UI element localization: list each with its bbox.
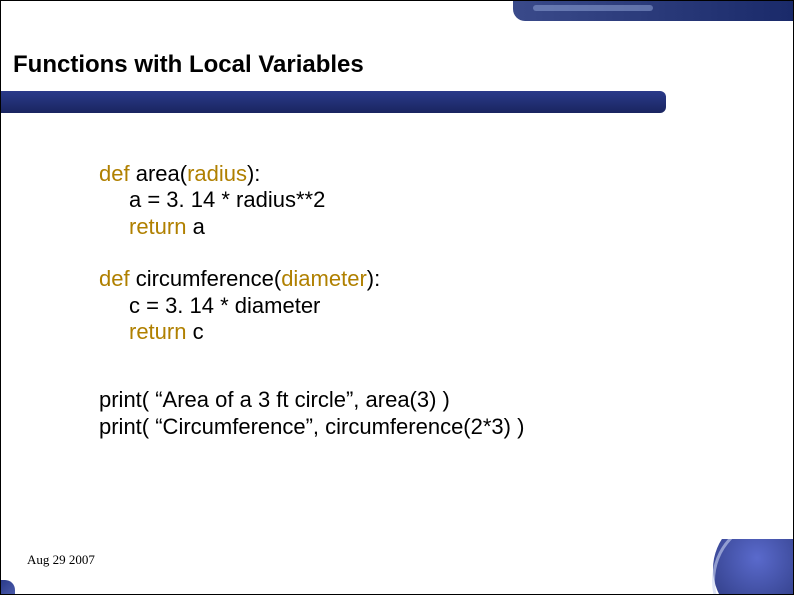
parameter: diameter bbox=[281, 266, 367, 291]
keyword-def: def bbox=[99, 266, 136, 291]
title-divider bbox=[1, 91, 666, 113]
paren-close: ): bbox=[247, 161, 260, 186]
parameter: radius bbox=[187, 161, 247, 186]
code-line: return a bbox=[99, 214, 524, 240]
corner-decoration-br bbox=[703, 539, 793, 594]
function-name: circumference( bbox=[136, 266, 281, 291]
code-line: def area(radius): bbox=[99, 161, 524, 187]
keyword-return: return bbox=[129, 319, 193, 344]
slide: Functions with Local Variables def area(… bbox=[0, 0, 794, 595]
keyword-return: return bbox=[129, 214, 193, 239]
code-line: def circumference(diameter): bbox=[99, 266, 524, 292]
code-block-circumference: def circumference(diameter): c = 3. 14 *… bbox=[99, 266, 524, 345]
code-block-prints: print( “Area of a 3 ft circle”, area(3) … bbox=[99, 387, 524, 440]
keyword-def: def bbox=[99, 161, 136, 186]
return-var: a bbox=[193, 214, 205, 239]
code-line: print( “Area of a 3 ft circle”, area(3) … bbox=[99, 387, 524, 413]
corner-decoration-bl bbox=[1, 580, 15, 594]
paren-close: ): bbox=[367, 266, 380, 291]
top-decoration bbox=[513, 1, 793, 21]
slide-title: Functions with Local Variables bbox=[13, 51, 364, 79]
code-line: print( “Circumference”, circumference(2*… bbox=[99, 414, 524, 440]
code-line: return c bbox=[99, 319, 524, 345]
footer-date: Aug 29 2007 bbox=[27, 552, 95, 568]
slide-content: def area(radius): a = 3. 14 * radius**2 … bbox=[99, 161, 524, 466]
code-line: c = 3. 14 * diameter bbox=[99, 293, 524, 319]
function-name: area( bbox=[136, 161, 187, 186]
code-block-area: def area(radius): a = 3. 14 * radius**2 … bbox=[99, 161, 524, 240]
return-var: c bbox=[193, 319, 204, 344]
code-line: a = 3. 14 * radius**2 bbox=[99, 187, 524, 213]
